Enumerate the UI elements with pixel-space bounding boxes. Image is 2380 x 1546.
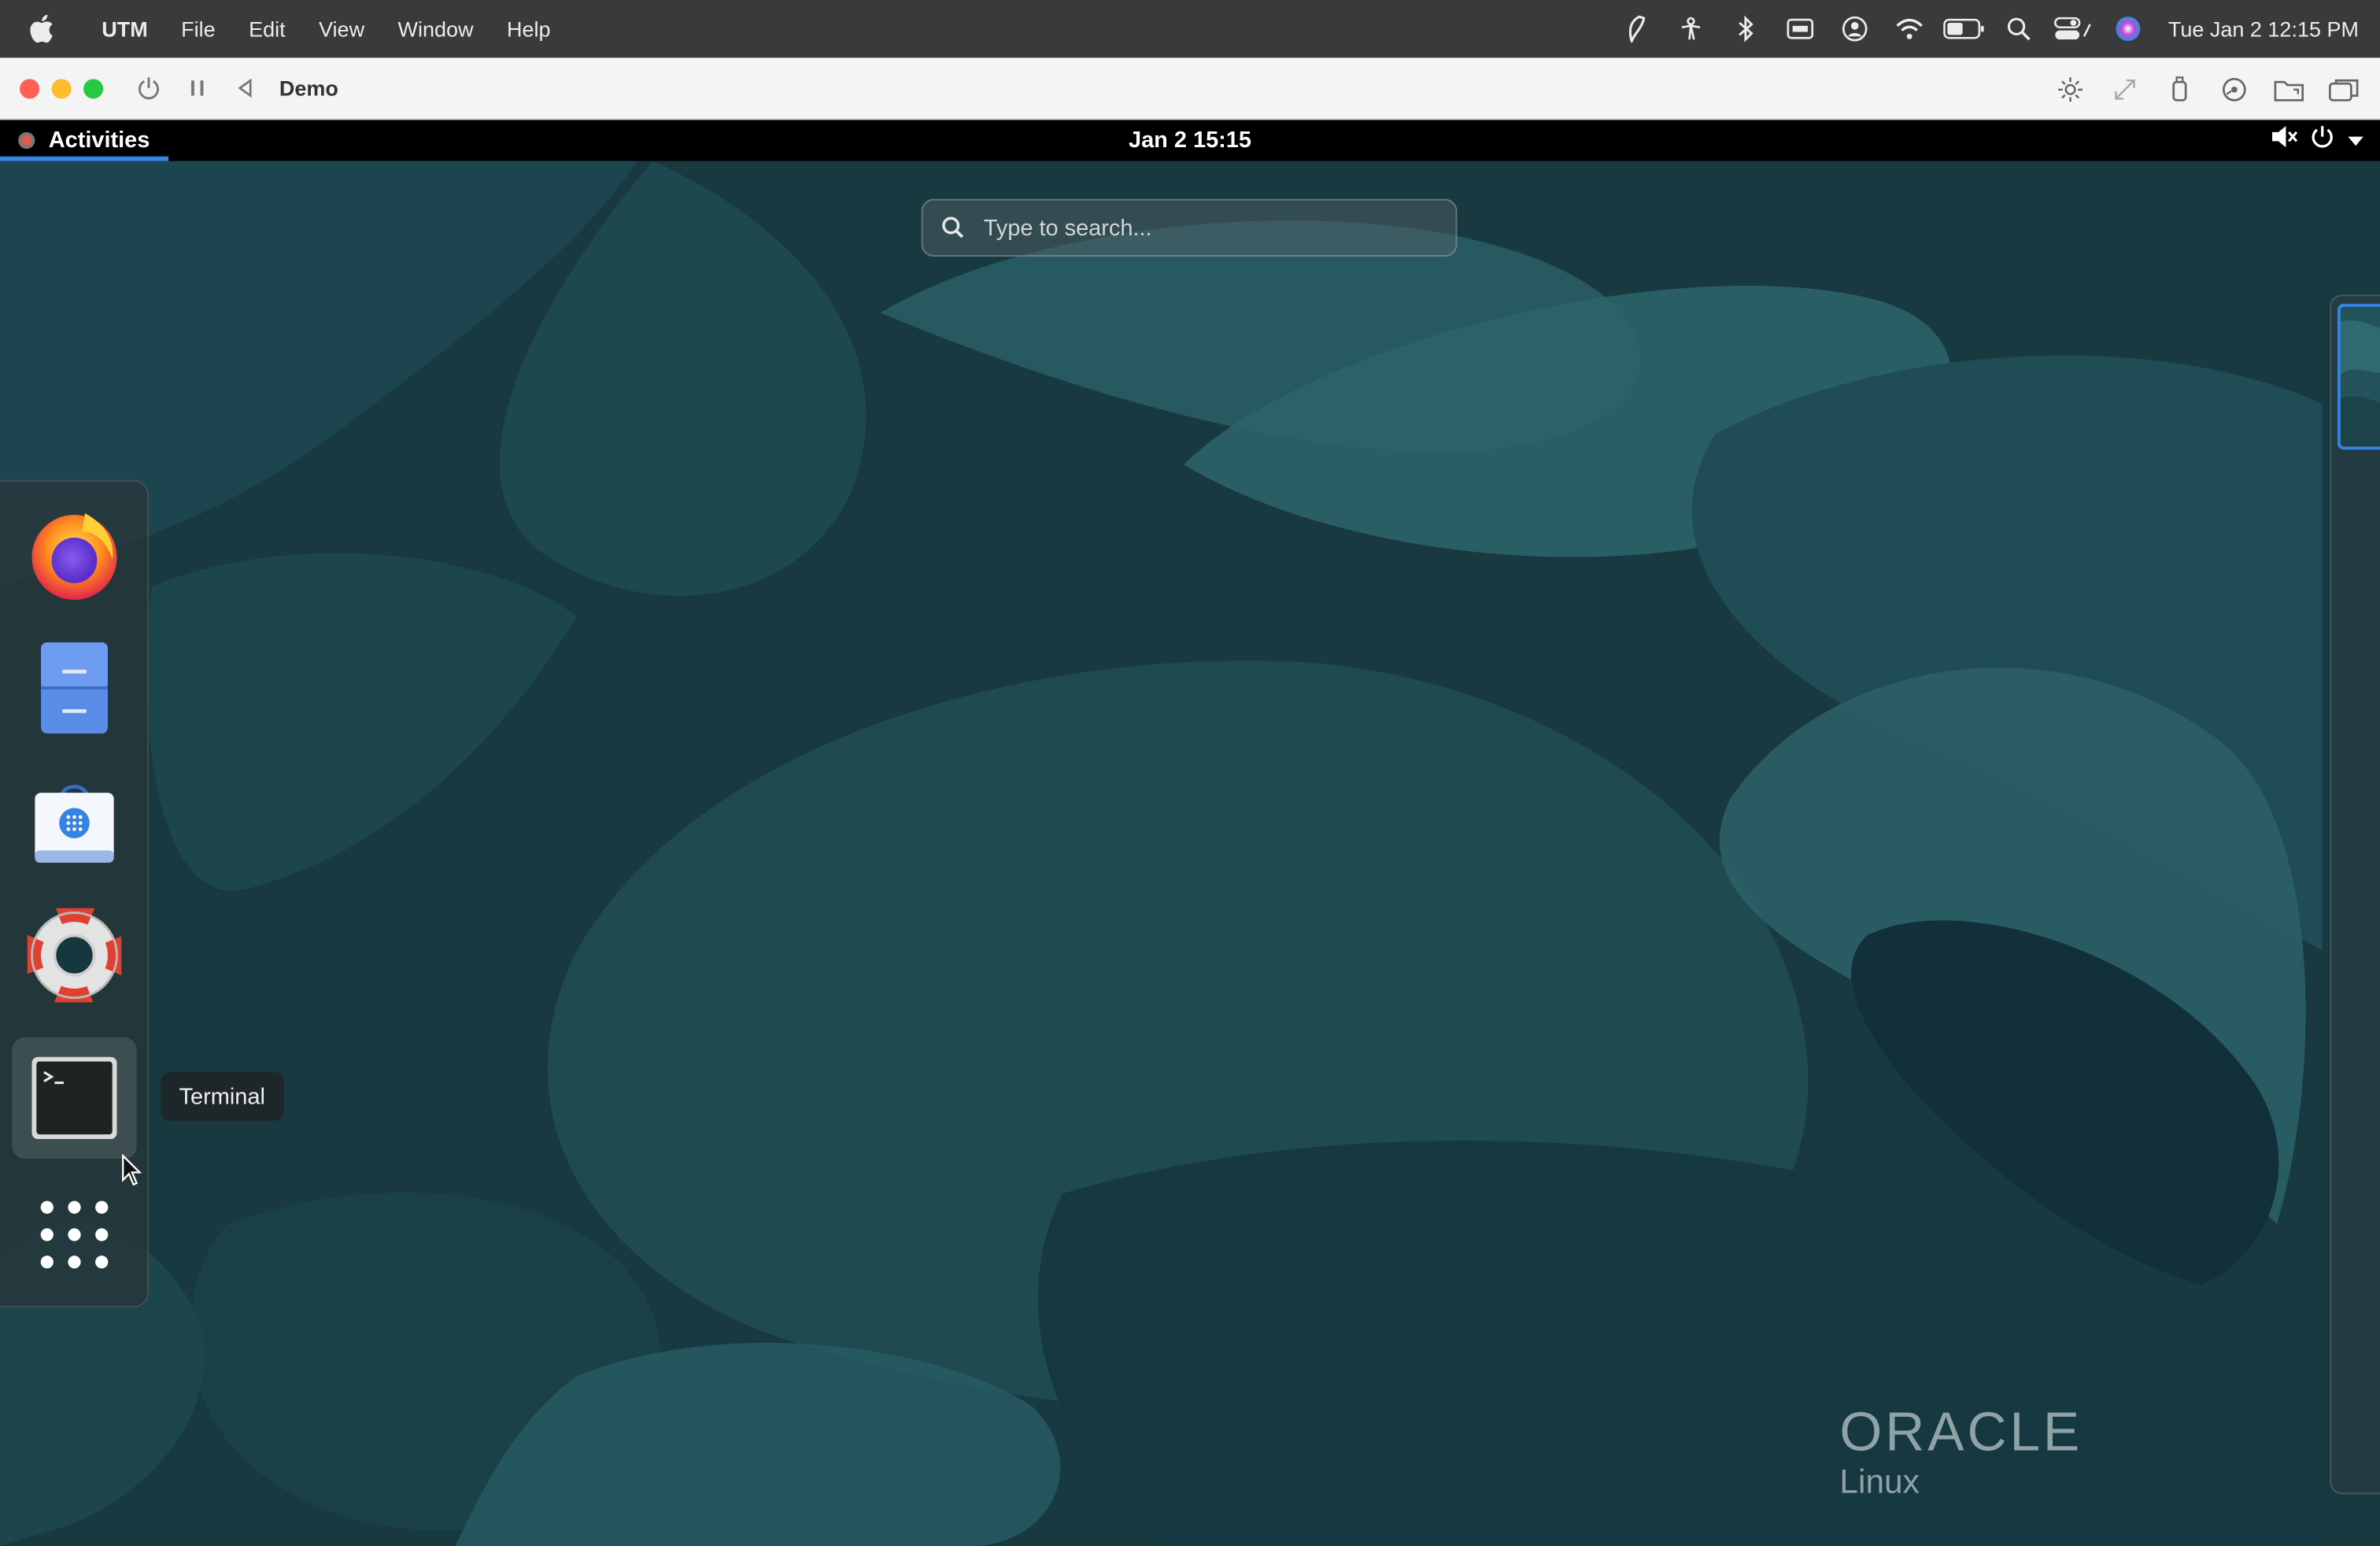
- menu-help[interactable]: Help: [490, 17, 567, 41]
- user-icon[interactable]: [1828, 0, 1883, 57]
- spotlight-search-icon[interactable]: [1992, 0, 2046, 57]
- macos-menu-bar: UTM File Edit View Window Help Tue Jan 2…: [0, 0, 2380, 58]
- distro-logo-icon: [18, 131, 35, 150]
- overview-search-box[interactable]: [921, 198, 1458, 257]
- chevron-down-icon[interactable]: [2347, 127, 2365, 154]
- dash-item-software[interactable]: [12, 761, 136, 882]
- resize-icon[interactable]: [2101, 68, 2149, 110]
- battery-icon[interactable]: [1938, 0, 1992, 57]
- windows-icon[interactable]: [2319, 68, 2368, 110]
- control-center-icon[interactable]: [2047, 0, 2101, 57]
- utm-window-toolbar: Demo: [0, 57, 2380, 120]
- show-apps-icon: [40, 1200, 109, 1269]
- terminal-icon: [31, 1056, 117, 1139]
- gnome-top-bar: Activities Jan 2 15:15: [0, 120, 2380, 161]
- files-icon: [41, 642, 108, 734]
- oracle-linux-logo: ORACLE Linux: [1839, 1400, 2083, 1502]
- desktop-overview: ORACLE Linux: [0, 161, 2380, 1546]
- dash-item-files[interactable]: [12, 627, 136, 749]
- pause-icon[interactable]: [173, 67, 222, 109]
- software-icon: [35, 784, 114, 863]
- app-menu-utm[interactable]: UTM: [85, 17, 164, 41]
- search-input[interactable]: [983, 200, 1456, 256]
- wifi-icon[interactable]: [1883, 0, 1937, 57]
- firefox-icon: [31, 513, 117, 601]
- usb-icon[interactable]: [2156, 68, 2204, 110]
- dash-item-show-apps[interactable]: [12, 1174, 136, 1295]
- wallpaper: [0, 161, 2380, 1546]
- display-icon[interactable]: [1773, 0, 1828, 57]
- dash-tooltip: Terminal: [161, 1072, 284, 1121]
- close-window-button[interactable]: [20, 78, 40, 98]
- accessibility-icon[interactable]: [1665, 0, 1719, 57]
- apple-menu-icon[interactable]: [0, 13, 85, 44]
- menu-edit[interactable]: Edit: [232, 17, 302, 41]
- mouse-cursor-icon: [121, 1153, 142, 1195]
- back-icon[interactable]: [222, 67, 271, 109]
- workspace-switcher: [2330, 294, 2380, 1495]
- power-menu-icon[interactable]: [2310, 124, 2334, 157]
- shared-folder-icon[interactable]: [2264, 68, 2313, 110]
- zoom-window-button[interactable]: [83, 78, 104, 98]
- power-icon[interactable]: [124, 67, 173, 109]
- menu-file[interactable]: File: [164, 17, 232, 41]
- search-icon: [923, 216, 984, 240]
- minimize-window-button[interactable]: [51, 78, 72, 98]
- activities-button[interactable]: Activities: [0, 120, 168, 161]
- window-controls: [20, 78, 104, 98]
- vm-title: Demo: [279, 76, 338, 101]
- workspace-thumbnail[interactable]: [2337, 303, 2380, 450]
- gnome-system-tray[interactable]: [2271, 120, 2365, 161]
- menu-view[interactable]: View: [302, 17, 381, 41]
- menu-window[interactable]: Window: [381, 17, 490, 41]
- dash-item-firefox[interactable]: [12, 494, 136, 615]
- drive-icon[interactable]: [2210, 68, 2259, 110]
- volume-muted-icon[interactable]: [2271, 124, 2298, 157]
- help-icon: [27, 908, 122, 1003]
- macos-clock[interactable]: Tue Jan 2 12:15 PM: [2156, 17, 2380, 41]
- gnome-clock[interactable]: Jan 2 15:15: [0, 128, 2380, 153]
- activities-label: Activities: [48, 128, 150, 153]
- script-editor-icon[interactable]: [1609, 0, 1664, 57]
- brightness-icon[interactable]: [2046, 68, 2095, 110]
- dash-item-terminal[interactable]: [12, 1037, 137, 1160]
- linux-logo-text: Linux: [1839, 1462, 1920, 1501]
- oracle-logo-text: ORACLE: [1839, 1400, 2083, 1463]
- dash-item-help[interactable]: [12, 894, 136, 1015]
- bluetooth-icon[interactable]: [1719, 0, 1773, 57]
- siri-icon[interactable]: [2101, 0, 2156, 57]
